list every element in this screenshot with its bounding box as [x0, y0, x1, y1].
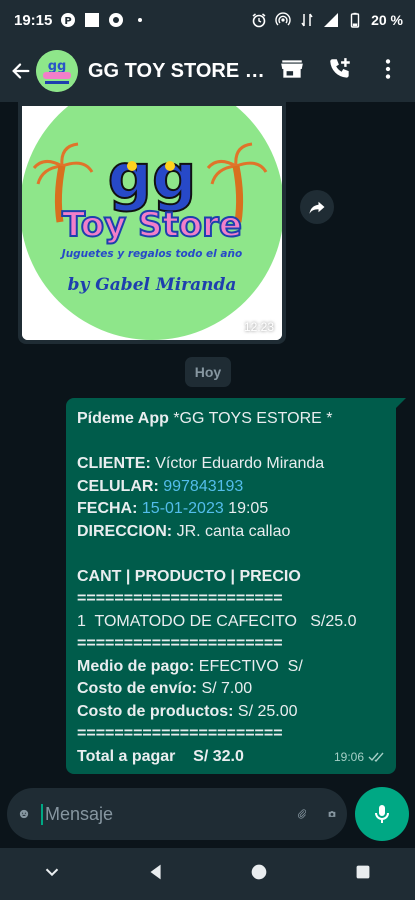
battery-icon — [347, 12, 363, 28]
message-composer — [0, 780, 415, 848]
chat-header: gg GG TOY STORE B... — [0, 40, 415, 102]
message-line: CELULAR: 997843193 — [77, 476, 386, 499]
message-line-label: ====================== — [77, 590, 283, 607]
message-line-label: ====================== — [77, 635, 283, 652]
triangle-back-icon — [150, 864, 161, 879]
message-line-label: CELULAR: — [77, 477, 164, 495]
message-line-value: 19:05 — [223, 500, 269, 517]
logo-brand-text: Toy Store — [62, 205, 242, 245]
message-line: ====================== — [77, 723, 386, 746]
order-message-bubble[interactable]: Pídeme App *GG TOYS ESTORE * CLIENTE: Ví… — [66, 398, 396, 774]
message-meta: 19:06 — [334, 746, 386, 769]
notification-p-icon: P — [60, 12, 76, 28]
message-line: Costo de productos: S/ 25.00 — [77, 701, 386, 724]
message-line-label: Pídeme App — [77, 410, 174, 427]
more-options-icon[interactable] — [375, 56, 401, 87]
logo-gg-text: gg — [108, 140, 197, 213]
forward-button[interactable] — [300, 190, 334, 224]
chat-title[interactable]: GG TOY STORE B... — [88, 60, 268, 83]
message-line: CLIENTE: Víctor Eduardo Miranda — [77, 453, 386, 476]
hotspot-icon — [275, 12, 291, 28]
message-link[interactable]: 997843193 — [163, 478, 243, 495]
status-time: 19:15 — [14, 11, 53, 29]
battery-level: 20 % — [371, 12, 403, 28]
message-line-label: Total a pagar S/ 32.0 — [77, 747, 244, 765]
camera-icon[interactable] — [327, 801, 337, 827]
nav-home-button[interactable] — [248, 861, 270, 888]
square-recents-icon — [356, 865, 370, 878]
back-button[interactable] — [6, 51, 36, 91]
status-bar: 19:15 P 20 % — [0, 0, 415, 40]
message-line-label: CLIENTE: — [77, 455, 156, 472]
message-line-label: ====================== — [77, 725, 283, 742]
message-link[interactable]: 15-01-2023 — [142, 500, 224, 517]
message-line-label: CANT | PRODUCTO | PRECIO — [77, 567, 301, 585]
signal-icon — [323, 12, 339, 28]
nav-back-button[interactable] — [145, 861, 167, 888]
logo-tagline-text: Juguetes y regalos todo el año — [60, 248, 242, 260]
date-divider: Hoy — [185, 357, 231, 387]
alarm-icon — [251, 12, 267, 28]
double-check-icon — [368, 752, 384, 762]
message-line-value: JR. canta callao — [176, 522, 291, 540]
message-line: DIRECCION: JR. canta callao — [77, 521, 386, 544]
microphone-icon — [375, 805, 389, 823]
message-line-label: Costo de productos: — [77, 702, 238, 720]
message-line-value: S/ 7.00 — [201, 680, 253, 697]
message-line-value: *GG TOYS ESTORE * — [173, 410, 333, 427]
home-circle-icon — [252, 864, 267, 879]
arrow-left-icon — [12, 63, 30, 79]
store-icon[interactable] — [279, 56, 305, 87]
message-line-value: EFECTIVO S/ — [198, 657, 303, 675]
message-line: Medio de pago: EFECTIVO S/ — [77, 656, 386, 679]
image-message[interactable]: gg Toy Store Juguetes y regalos todo el … — [18, 102, 286, 344]
system-navigation-bar — [0, 848, 415, 900]
image-time: 12:23 — [243, 320, 274, 334]
logo-signature-text: by Gabel Miranda — [68, 275, 237, 295]
chevron-down-icon — [45, 868, 59, 876]
forward-icon — [309, 201, 325, 214]
store-logo-image[interactable]: gg Toy Store Juguetes y regalos todo el … — [22, 106, 282, 340]
message-line-label: DIRECCION: — [77, 522, 177, 540]
chat-area: gg Toy Store Juguetes y regalos todo el … — [0, 102, 415, 780]
message-line: Pídeme App *GG TOYS ESTORE * — [77, 408, 386, 431]
message-line-value: Víctor Eduardo Miranda — [155, 455, 325, 472]
message-time: 19:06 — [333, 749, 364, 764]
message-line: Costo de envío: S/ 7.00 — [77, 678, 386, 701]
voice-record-button[interactable] — [355, 787, 409, 841]
message-line: 1 TOMATODO DE CAFECITO S/25.0 — [77, 611, 386, 634]
message-line: CANT | PRODUCTO | PRECIO — [77, 566, 386, 589]
data-transfer-icon — [299, 12, 315, 28]
message-field — [7, 788, 347, 840]
message-line-label: Costo de envío: — [77, 680, 202, 697]
message-text: Pídeme App *GG TOYS ESTORE * CLIENTE: Ví… — [77, 408, 386, 768]
message-line — [77, 431, 386, 454]
add-call-icon[interactable] — [327, 56, 353, 87]
svg-text:gg: gg — [48, 59, 67, 74]
message-line-label: Medio de pago: — [77, 657, 199, 675]
svg-text:P: P — [65, 16, 72, 27]
nav-hide-keyboard-button[interactable] — [41, 861, 63, 888]
bubble-tail — [396, 398, 406, 408]
notification-square-icon — [84, 12, 100, 28]
more-notifications-icon — [132, 12, 148, 28]
message-line: ====================== — [77, 588, 386, 611]
message-input[interactable] — [41, 803, 277, 825]
message-line-label: FECHA: — [77, 500, 142, 517]
message-line: FECHA: 15-01-2023 19:05 — [77, 498, 386, 521]
message-line-value: 1 TOMATODO DE CAFECITO S/25.0 — [77, 612, 357, 630]
toy-store-logo: gg Toy Store Juguetes y regalos todo el … — [22, 106, 282, 340]
message-line — [77, 543, 386, 566]
emoji-icon[interactable] — [19, 801, 29, 827]
notification-app-icon — [108, 12, 124, 28]
avatar[interactable]: gg — [36, 50, 78, 92]
message-line: ====================== — [77, 633, 386, 656]
attach-icon[interactable] — [297, 801, 307, 827]
message-line-value: S/ 25.00 — [237, 702, 298, 720]
nav-recents-button[interactable] — [352, 861, 374, 888]
